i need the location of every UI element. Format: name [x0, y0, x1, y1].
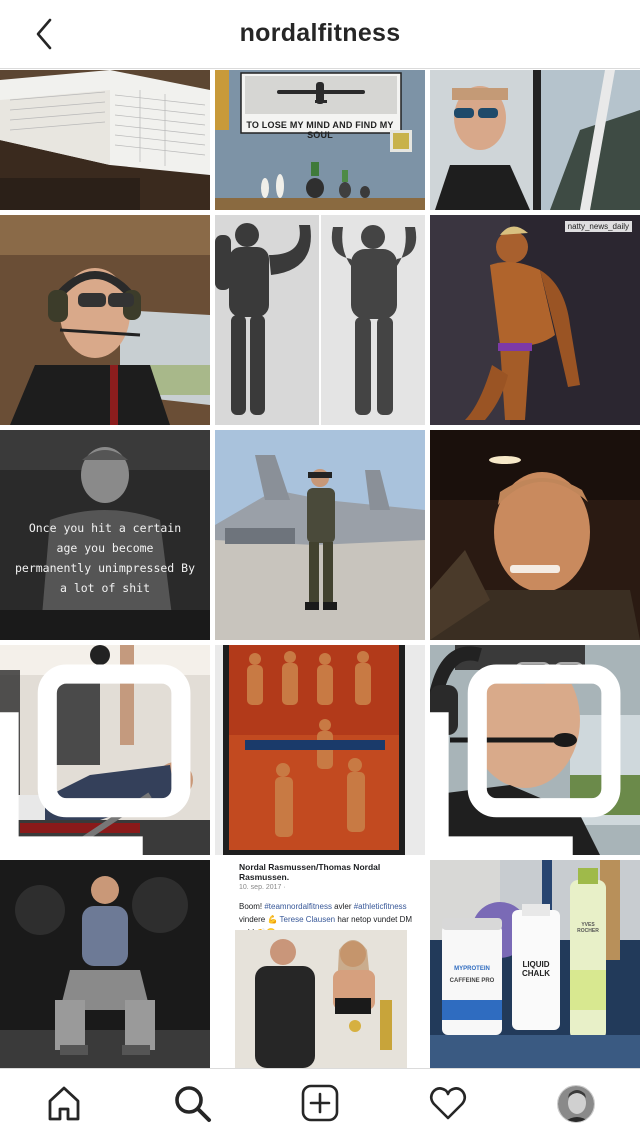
post-thumbnail-facebook-post[interactable]: Nordal Rasmussen/Thomas Nordal Rasmussen…: [215, 860, 425, 1068]
poster-quote-text: TO LOSE MY MIND AND FIND MY SOUL: [246, 120, 394, 140]
post-grid: TO LOSE MY MIND AND FIND MY SOUL natty_n…: [0, 70, 640, 1068]
post-thumbnail-pilot-sunglasses[interactable]: [430, 645, 640, 855]
post-thumbnail-framed-competition-photos[interactable]: [215, 645, 425, 855]
post-thumbnail-fighter-jet-pilot[interactable]: [215, 430, 425, 640]
tab-activity[interactable]: [428, 1083, 468, 1123]
home-icon: [48, 1086, 80, 1121]
tab-search[interactable]: [172, 1083, 212, 1123]
avatar: [558, 1086, 594, 1122]
facebook-post-photo: [235, 930, 407, 1068]
post-thumbnail-quote-portrait[interactable]: Once you hit a certain age you become pe…: [0, 430, 210, 640]
add-post-icon: [301, 1084, 339, 1122]
multiple-photos-icon: [430, 664, 621, 855]
post-thumbnail-car-selfie[interactable]: [430, 430, 640, 640]
post-thumbnail-bodybuilding-poses[interactable]: [215, 215, 425, 425]
facebook-post-date: 10. sep. 2017 ·: [239, 884, 286, 891]
tab-profile[interactable]: [557, 1085, 595, 1123]
product-label-yves-rocher: YVES ROCHER: [577, 922, 599, 934]
post-thumbnail-flight-logbook[interactable]: [0, 70, 210, 210]
top-bar: nordalfitness: [0, 0, 640, 69]
tab-new-post[interactable]: [300, 1083, 340, 1123]
post-thumbnail-bronze-physique[interactable]: natty_news_daily: [430, 215, 640, 425]
post-thumbnail-supplements[interactable]: MYPROTEIN CAFFEINE PRO LIQUID CHALK YVES…: [430, 860, 640, 1068]
post-thumbnail-plane-poster[interactable]: TO LOSE MY MIND AND FIND MY SOUL: [215, 70, 425, 210]
post-thumbnail-pilot-headset[interactable]: [0, 215, 210, 425]
post-thumbnail-cockpit-selfie[interactable]: [430, 70, 640, 210]
profile-username-title: nordalfitness: [239, 19, 401, 47]
product-label-chalk: LIQUID CHALK: [522, 960, 550, 978]
quote-caption-text: Once you hit a certain age you become pe…: [14, 521, 195, 595]
heart-icon: [429, 1087, 467, 1120]
product-label-brand: MYPROTEIN: [454, 966, 490, 972]
multiple-photos-icon: [0, 664, 191, 855]
post-thumbnail-gym-squat-pose[interactable]: [0, 860, 210, 1068]
facebook-post-screenshot: Nordal Rasmussen/Thomas Nordal Rasmussen…: [215, 860, 425, 1068]
facebook-post-author: Nordal Rasmussen/Thomas Nordal Rasmussen…: [239, 862, 381, 882]
post-thumbnail-gym-bench-press[interactable]: [0, 645, 210, 855]
product-label-caffeine: CAFFEINE PRO: [449, 978, 495, 984]
repost-watermark: natty_news_daily: [564, 221, 632, 232]
tab-home[interactable]: [44, 1083, 84, 1123]
bottom-tab-bar: [0, 1068, 640, 1138]
search-icon: [175, 1086, 211, 1122]
